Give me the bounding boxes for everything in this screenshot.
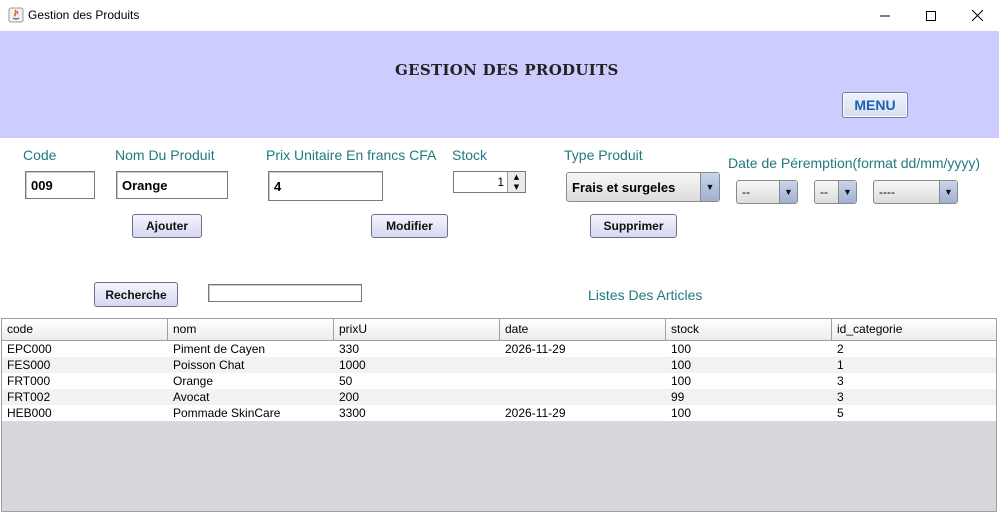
table-row[interactable]: EPC000 Piment de Cayen 330 2026-11-29 10… [2,341,996,357]
cell-id-categorie: 5 [837,406,844,420]
window-title: Gestion des Produits [28,8,140,22]
month-combobox[interactable]: -- ▼ [814,180,857,204]
cell-stock: 99 [671,390,685,404]
modifier-button[interactable]: Modifier [371,214,448,238]
stock-spinner[interactable]: 1 ▲ ▼ [453,171,526,193]
cell-nom: Orange [173,374,214,388]
header-banner [0,31,999,138]
cell-code: FRT000 [7,374,51,388]
table-row[interactable]: HEB000 Pommade SkinCare 3300 2026-11-29 … [2,405,996,421]
day-combobox[interactable]: -- ▼ [736,180,798,204]
chevron-down-icon: ▼ [939,181,957,203]
cell-code: EPC000 [7,342,52,356]
cell-nom: Piment de Cayen [173,342,266,356]
cell-code: FRT002 [7,390,51,404]
table-row[interactable]: FES000 Poisson Chat 1000 100 1 [2,357,996,373]
ajouter-button[interactable]: Ajouter [132,214,202,238]
column-header-nom[interactable]: nom [168,319,334,340]
cell-nom: Pommade SkinCare [173,406,281,420]
articles-table[interactable]: code nom prixU date stock id_categorie E… [1,318,997,512]
cell-prixu: 1000 [339,358,366,372]
cell-stock: 100 [671,406,692,420]
column-header-id-categorie[interactable]: id_categorie [832,319,996,340]
year-selected: ---- [879,185,895,199]
spinner-down-icon[interactable]: ▼ [507,182,525,192]
cell-stock: 100 [671,358,692,372]
table-header: code nom prixU date stock id_categorie [2,319,996,341]
title-bar: Gestion des Produits [0,0,999,31]
java-app-icon [8,7,24,23]
date-label: Date de Péremption(format dd/mm/yyyy) [728,155,981,171]
recherche-button[interactable]: Recherche [94,282,178,307]
cell-id-categorie: 3 [837,390,844,404]
type-label: Type Produit [564,147,643,163]
column-header-prixu[interactable]: prixU [334,319,500,340]
cell-prixu: 3300 [339,406,366,420]
cell-code: FES000 [7,358,51,372]
cell-nom: Avocat [173,390,210,404]
maximize-icon [926,10,936,21]
chevron-down-icon: ▼ [838,181,856,203]
chevron-down-icon: ▼ [779,181,797,203]
cell-prixu: 50 [339,374,353,388]
cell-date: 2026-11-29 [505,406,566,420]
page-title: GESTION DES PRODUITS [395,61,619,79]
cell-prixu: 330 [339,342,360,356]
nom-label: Nom Du Produit [115,147,215,163]
year-combobox[interactable]: ---- ▼ [873,180,958,204]
supprimer-button[interactable]: Supprimer [590,214,677,238]
column-header-stock[interactable]: stock [666,319,832,340]
column-header-code[interactable]: code [2,319,168,340]
cell-id-categorie: 1 [837,358,844,372]
close-button[interactable] [954,0,999,31]
nom-field[interactable]: Orange [116,171,228,199]
cell-id-categorie: 2 [837,342,844,356]
code-field[interactable]: 009 [25,171,95,199]
cell-stock: 100 [671,374,692,388]
cell-code: HEB000 [7,406,52,420]
cell-nom: Poisson Chat [173,358,245,372]
type-selected: Frais et surgeles [572,180,676,195]
day-selected: -- [742,185,750,199]
stock-value: 1 [497,175,504,189]
minimize-button[interactable] [862,0,908,31]
list-title: Listes Des Articles [588,287,703,303]
table-row[interactable]: FRT002 Avocat 200 99 3 [2,389,996,405]
cell-id-categorie: 3 [837,374,844,388]
minimize-icon [880,15,890,16]
search-input[interactable] [208,284,362,302]
cell-date: 2026-11-29 [505,342,566,356]
code-label: Code [23,147,57,163]
cell-prixu: 200 [339,390,360,404]
close-icon [971,10,983,21]
month-selected: -- [820,185,828,199]
chevron-down-icon: ▼ [700,173,719,201]
column-header-date[interactable]: date [500,319,666,340]
prix-label: Prix Unitaire En francs CFA [266,147,437,163]
table-row[interactable]: FRT000 Orange 50 100 3 [2,373,996,389]
menu-button[interactable]: MENU [842,92,908,118]
prix-field[interactable]: 4 [268,171,383,201]
stock-label: Stock [452,147,488,163]
maximize-button[interactable] [908,0,954,31]
type-combobox[interactable]: Frais et surgeles ▼ [566,172,720,202]
cell-stock: 100 [671,342,692,356]
